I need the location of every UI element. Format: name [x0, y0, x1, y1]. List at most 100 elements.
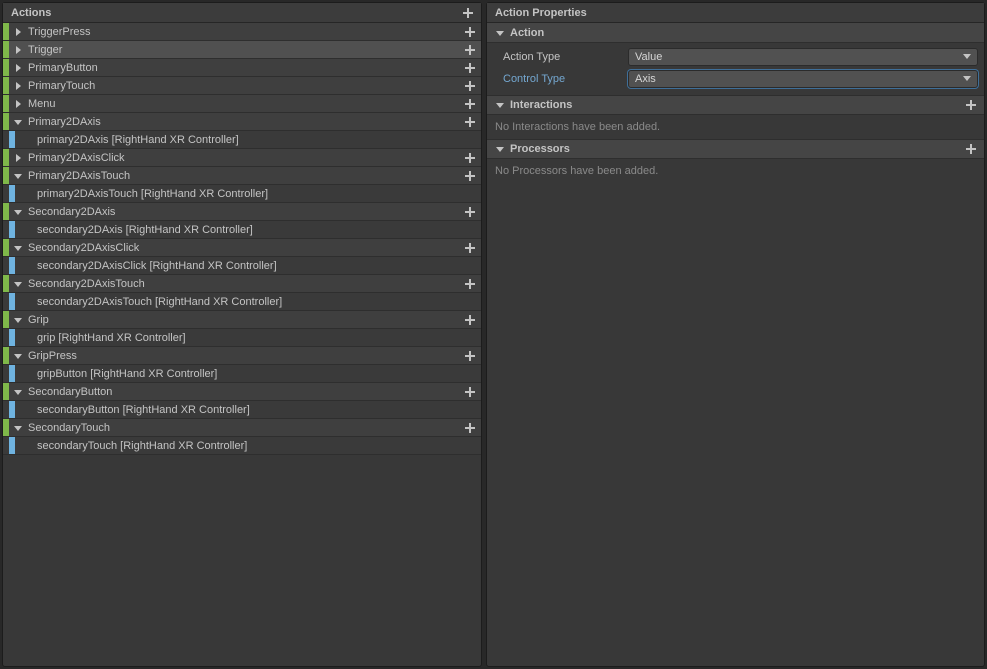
binding-row[interactable]: secondary2DAxisClick [RightHand XR Contr… [3, 257, 481, 275]
action-row[interactable]: SecondaryButton [3, 383, 481, 401]
interactions-empty-message: No Interactions have been added. [487, 115, 984, 139]
binding-row[interactable]: primary2DAxisTouch [RightHand XR Control… [3, 185, 481, 203]
add-binding-button[interactable] [463, 385, 477, 399]
section-title-action: Action [510, 27, 544, 39]
action-row[interactable]: Grip [3, 311, 481, 329]
action-label: Secondary2DAxis [26, 206, 463, 218]
foldout-icon[interactable] [12, 26, 24, 38]
chevron-down-icon [963, 73, 971, 85]
foldout-icon[interactable] [12, 116, 24, 128]
action-row[interactable]: Secondary2DAxis [3, 203, 481, 221]
add-processor-button[interactable] [964, 142, 978, 156]
field-control-type: Control Type Axis [493, 69, 978, 89]
add-binding-button[interactable] [463, 205, 477, 219]
actions-list[interactable]: TriggerPress TriggerPrimaryButton PrimaryT… [3, 23, 481, 666]
action-stripe [3, 149, 9, 166]
add-binding-button[interactable] [463, 79, 477, 93]
section-title-processors: Processors [510, 143, 964, 155]
section-header-action[interactable]: Action [487, 23, 984, 43]
foldout-icon [494, 99, 506, 111]
add-binding-button[interactable] [463, 115, 477, 129]
add-binding-button[interactable] [463, 169, 477, 183]
add-binding-button[interactable] [463, 349, 477, 363]
foldout-icon[interactable] [12, 62, 24, 74]
binding-row[interactable]: gripButton [RightHand XR Controller] [3, 365, 481, 383]
properties-panel-title: Action Properties [495, 7, 978, 19]
action-row[interactable]: TriggerPress [3, 23, 481, 41]
action-row[interactable]: Trigger [3, 41, 481, 59]
plus-icon [966, 144, 976, 154]
add-binding-button[interactable] [463, 43, 477, 57]
binding-row[interactable]: grip [RightHand XR Controller] [3, 329, 481, 347]
add-binding-button[interactable] [463, 421, 477, 435]
action-row[interactable]: Primary2DAxis [3, 113, 481, 131]
add-binding-button[interactable] [463, 241, 477, 255]
foldout-icon[interactable] [12, 314, 24, 326]
action-row[interactable]: Secondary2DAxisClick [3, 239, 481, 257]
binding-stripe [9, 437, 15, 454]
actions-panel-header: Actions [3, 3, 481, 23]
binding-stripe [9, 131, 15, 148]
add-binding-button[interactable] [463, 277, 477, 291]
foldout-icon[interactable] [12, 152, 24, 164]
binding-label: secondary2DAxisTouch [RightHand XR Contr… [33, 296, 477, 308]
binding-stripe [9, 329, 15, 346]
binding-label: grip [RightHand XR Controller] [33, 332, 477, 344]
action-row[interactable]: Primary2DAxisClick [3, 149, 481, 167]
foldout-icon[interactable] [12, 242, 24, 254]
foldout-icon[interactable] [12, 350, 24, 362]
dropdown-action-type[interactable]: Value [628, 48, 978, 66]
action-row[interactable]: Primary2DAxisTouch [3, 167, 481, 185]
properties-body: Action Action Type Value Control Type Ax… [487, 23, 984, 666]
add-binding-button[interactable] [463, 61, 477, 75]
add-binding-button[interactable] [463, 25, 477, 39]
binding-stripe [9, 221, 15, 238]
action-stripe [3, 77, 9, 94]
binding-row[interactable]: secondaryButton [RightHand XR Controller… [3, 401, 481, 419]
dropdown-value: Value [635, 51, 662, 63]
add-binding-button[interactable] [463, 313, 477, 327]
foldout-icon[interactable] [12, 170, 24, 182]
foldout-icon[interactable] [12, 80, 24, 92]
action-label: Grip [26, 314, 463, 326]
chevron-down-icon [963, 51, 971, 63]
foldout-icon[interactable] [12, 44, 24, 56]
action-row[interactable]: PrimaryButton [3, 59, 481, 77]
action-stripe [3, 203, 9, 220]
foldout-icon[interactable] [12, 278, 24, 290]
action-stripe [3, 95, 9, 112]
action-row[interactable]: SecondaryTouch [3, 419, 481, 437]
binding-row[interactable]: secondary2DAxis [RightHand XR Controller… [3, 221, 481, 239]
foldout-icon[interactable] [12, 206, 24, 218]
foldout-icon [494, 143, 506, 155]
action-row[interactable]: Secondary2DAxisTouch [3, 275, 481, 293]
binding-row[interactable]: primary2DAxis [RightHand XR Controller] [3, 131, 481, 149]
add-binding-button[interactable] [463, 97, 477, 111]
binding-row[interactable]: secondary2DAxisTouch [RightHand XR Contr… [3, 293, 481, 311]
action-stripe [3, 239, 9, 256]
action-row[interactable]: PrimaryTouch [3, 77, 481, 95]
add-interaction-button[interactable] [964, 98, 978, 112]
action-row[interactable]: GripPress [3, 347, 481, 365]
section-header-processors[interactable]: Processors [487, 139, 984, 159]
binding-label: gripButton [RightHand XR Controller] [33, 368, 477, 380]
processors-empty-message: No Processors have been added. [487, 159, 984, 183]
foldout-icon[interactable] [12, 386, 24, 398]
section-header-interactions[interactable]: Interactions [487, 95, 984, 115]
field-action-type: Action Type Value [493, 47, 978, 67]
actions-panel-title: Actions [11, 7, 461, 19]
foldout-icon[interactable] [12, 422, 24, 434]
add-binding-button[interactable] [463, 151, 477, 165]
binding-row[interactable]: secondaryTouch [RightHand XR Controller] [3, 437, 481, 455]
binding-label: secondaryButton [RightHand XR Controller… [33, 404, 477, 416]
section-body-action: Action Type Value Control Type Axis [487, 43, 984, 95]
action-stripe [3, 167, 9, 184]
action-row[interactable]: Menu [3, 95, 481, 113]
action-label: PrimaryTouch [26, 80, 463, 92]
add-action-button[interactable] [461, 6, 475, 20]
action-label: TriggerPress [26, 26, 463, 38]
dropdown-control-type[interactable]: Axis [628, 70, 978, 88]
foldout-icon[interactable] [12, 98, 24, 110]
action-label: Primary2DAxisTouch [26, 170, 463, 182]
binding-label: secondaryTouch [RightHand XR Controller] [33, 440, 477, 452]
